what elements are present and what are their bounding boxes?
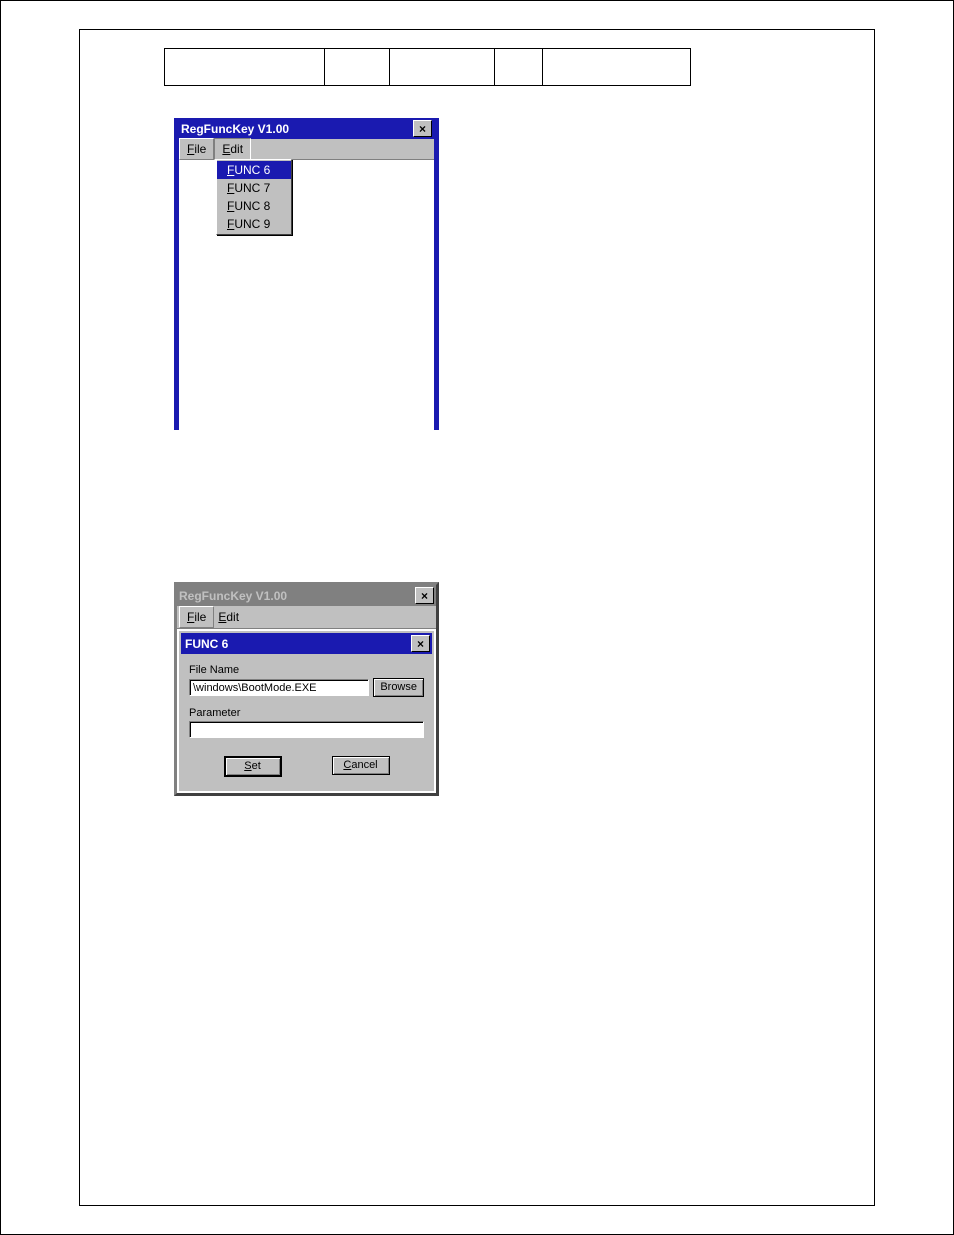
cancel-button[interactable]: Cancel <box>332 756 390 775</box>
titlebar-inactive[interactable]: RegFuncKey V1.00 × <box>177 585 436 606</box>
menu-edit[interactable]: Edit <box>214 138 251 160</box>
menu-file[interactable]: File <box>179 138 214 160</box>
edit-dropdown: FUNC 6 FUNC 7 FUNC 8 FUNC 9 <box>216 159 292 235</box>
browse-button[interactable]: Browse <box>373 678 424 697</box>
header-cell <box>543 48 691 86</box>
page: RegFuncKey V1.00 × File Edit FUNC 6 FUNC… <box>0 0 954 1235</box>
dialog-func6: FUNC 6 × File Name Browse Parameter <box>179 631 434 791</box>
set-button[interactable]: Set <box>224 756 282 777</box>
dropdown-item-func8[interactable]: FUNC 8 <box>217 197 291 215</box>
dropdown-item-func9[interactable]: FUNC 9 <box>217 215 291 233</box>
header-cell <box>325 48 390 86</box>
window-regfunckey-menu: RegFuncKey V1.00 × File Edit FUNC 6 FUNC… <box>174 118 439 430</box>
menu-edit[interactable]: Edit <box>214 607 246 627</box>
header-cell <box>164 48 325 86</box>
close-icon[interactable]: × <box>411 635 430 652</box>
filename-label: File Name <box>189 664 424 676</box>
menu-file[interactable]: File <box>179 606 214 628</box>
menu-edit-rest: dit <box>230 142 243 156</box>
close-icon[interactable]: × <box>413 120 432 137</box>
close-icon[interactable]: × <box>415 587 434 604</box>
header-table <box>164 48 781 86</box>
parameter-input[interactable] <box>189 721 424 738</box>
header-cell <box>495 48 543 86</box>
dialog-body: File Name Browse Parameter Set <box>181 654 432 789</box>
header-cell <box>390 48 495 86</box>
dropdown-item-func6[interactable]: FUNC 6 <box>217 161 291 179</box>
page-inner-frame: RegFuncKey V1.00 × File Edit FUNC 6 FUNC… <box>79 29 875 1206</box>
dialog-titlebar[interactable]: FUNC 6 × <box>181 633 432 654</box>
menu-file-rest: ile <box>194 142 206 156</box>
titlebar[interactable]: RegFuncKey V1.00 × <box>179 118 434 139</box>
parameter-label: Parameter <box>189 707 424 719</box>
filename-input[interactable] <box>189 679 369 696</box>
menubar: File Edit <box>177 606 436 629</box>
menubar: File Edit <box>179 139 434 160</box>
window-title: RegFuncKey V1.00 <box>181 122 289 136</box>
window-title: RegFuncKey V1.00 <box>179 589 287 603</box>
dialog-title: FUNC 6 <box>185 637 228 651</box>
window-regfunckey-form: RegFuncKey V1.00 × File Edit FUNC 6 × Fi… <box>174 582 439 796</box>
dropdown-item-func7[interactable]: FUNC 7 <box>217 179 291 197</box>
